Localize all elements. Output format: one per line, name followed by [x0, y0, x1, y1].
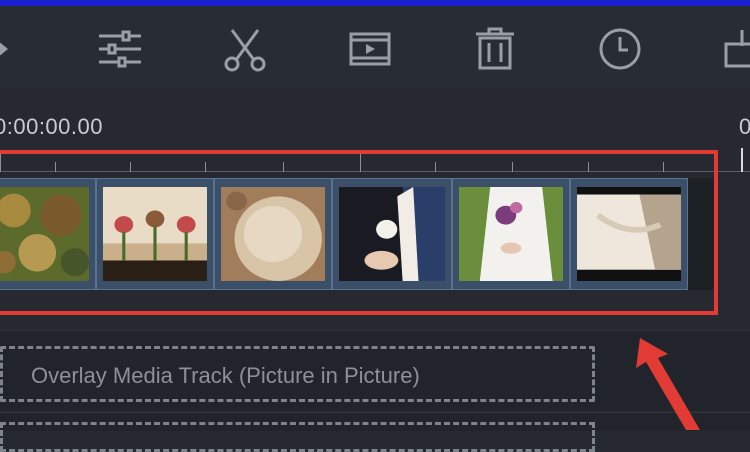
clip-thumbnail: [103, 187, 207, 281]
bride-bouquet-image: [459, 187, 563, 281]
clip-thumbnail: [577, 187, 681, 281]
export-icon: [724, 30, 750, 68]
play-button[interactable]: [0, 24, 30, 74]
time-ruler-labels: 0:00:00.00 0: [0, 88, 750, 148]
ruler-tick: [130, 162, 131, 172]
ruler-tick: [588, 162, 589, 172]
ruler-tick: [205, 162, 206, 172]
video-clip[interactable]: [96, 178, 214, 290]
start-time-label: 0:00:00.00: [0, 114, 103, 139]
clip-thumbnail: [459, 187, 563, 281]
ruler-tick: [283, 162, 284, 172]
ruler-tick: [435, 162, 436, 172]
split-button[interactable]: [220, 24, 270, 74]
video-track: [0, 178, 715, 290]
adjust-button[interactable]: [95, 24, 145, 74]
wedding-dress-image: [577, 187, 681, 281]
overlay-track-label: Overlay Media Track (Picture in Picture): [31, 363, 420, 388]
ruler-tick: [512, 162, 513, 172]
export-button[interactable]: [720, 24, 750, 74]
crop-clip-button[interactable]: [345, 24, 395, 74]
groom-boutonniere-image: [339, 187, 445, 281]
ruler-baseline: [0, 171, 750, 172]
adjust-sliders-icon: [99, 30, 141, 68]
boutonnieres-image: [103, 187, 207, 281]
video-clip[interactable]: [332, 178, 452, 290]
overlay-media-track[interactable]: Overlay Media Track (Picture in Picture): [0, 346, 595, 402]
video-clip-icon: [349, 32, 391, 66]
play-icon: [0, 42, 8, 56]
floral-wreath-image: [0, 187, 89, 281]
video-clip[interactable]: [214, 178, 332, 290]
clip-thumbnail: [339, 187, 445, 281]
clip-thumbnail: [0, 187, 89, 281]
clip-thumbnail: [221, 187, 325, 281]
scissors-icon: [224, 29, 266, 72]
ruler-tick: [360, 152, 361, 172]
video-clip[interactable]: [570, 178, 688, 290]
lace-fabric-image: [221, 187, 325, 281]
video-clip[interactable]: [452, 178, 570, 290]
duration-button[interactable]: [595, 24, 645, 74]
playhead[interactable]: [741, 148, 743, 172]
end-time-label: 0: [739, 114, 750, 139]
ruler-tick: [55, 162, 56, 172]
overlay-media-track-2[interactable]: [0, 422, 595, 452]
video-clip[interactable]: [0, 178, 96, 290]
ruler-tick: [663, 162, 664, 172]
clock-icon: [599, 28, 641, 70]
timeline-ruler[interactable]: [0, 148, 750, 178]
ruler-tick: [0, 152, 1, 172]
timeline-toolbar: [0, 6, 750, 88]
trash-icon: [476, 27, 514, 70]
delete-button[interactable]: [470, 24, 520, 74]
